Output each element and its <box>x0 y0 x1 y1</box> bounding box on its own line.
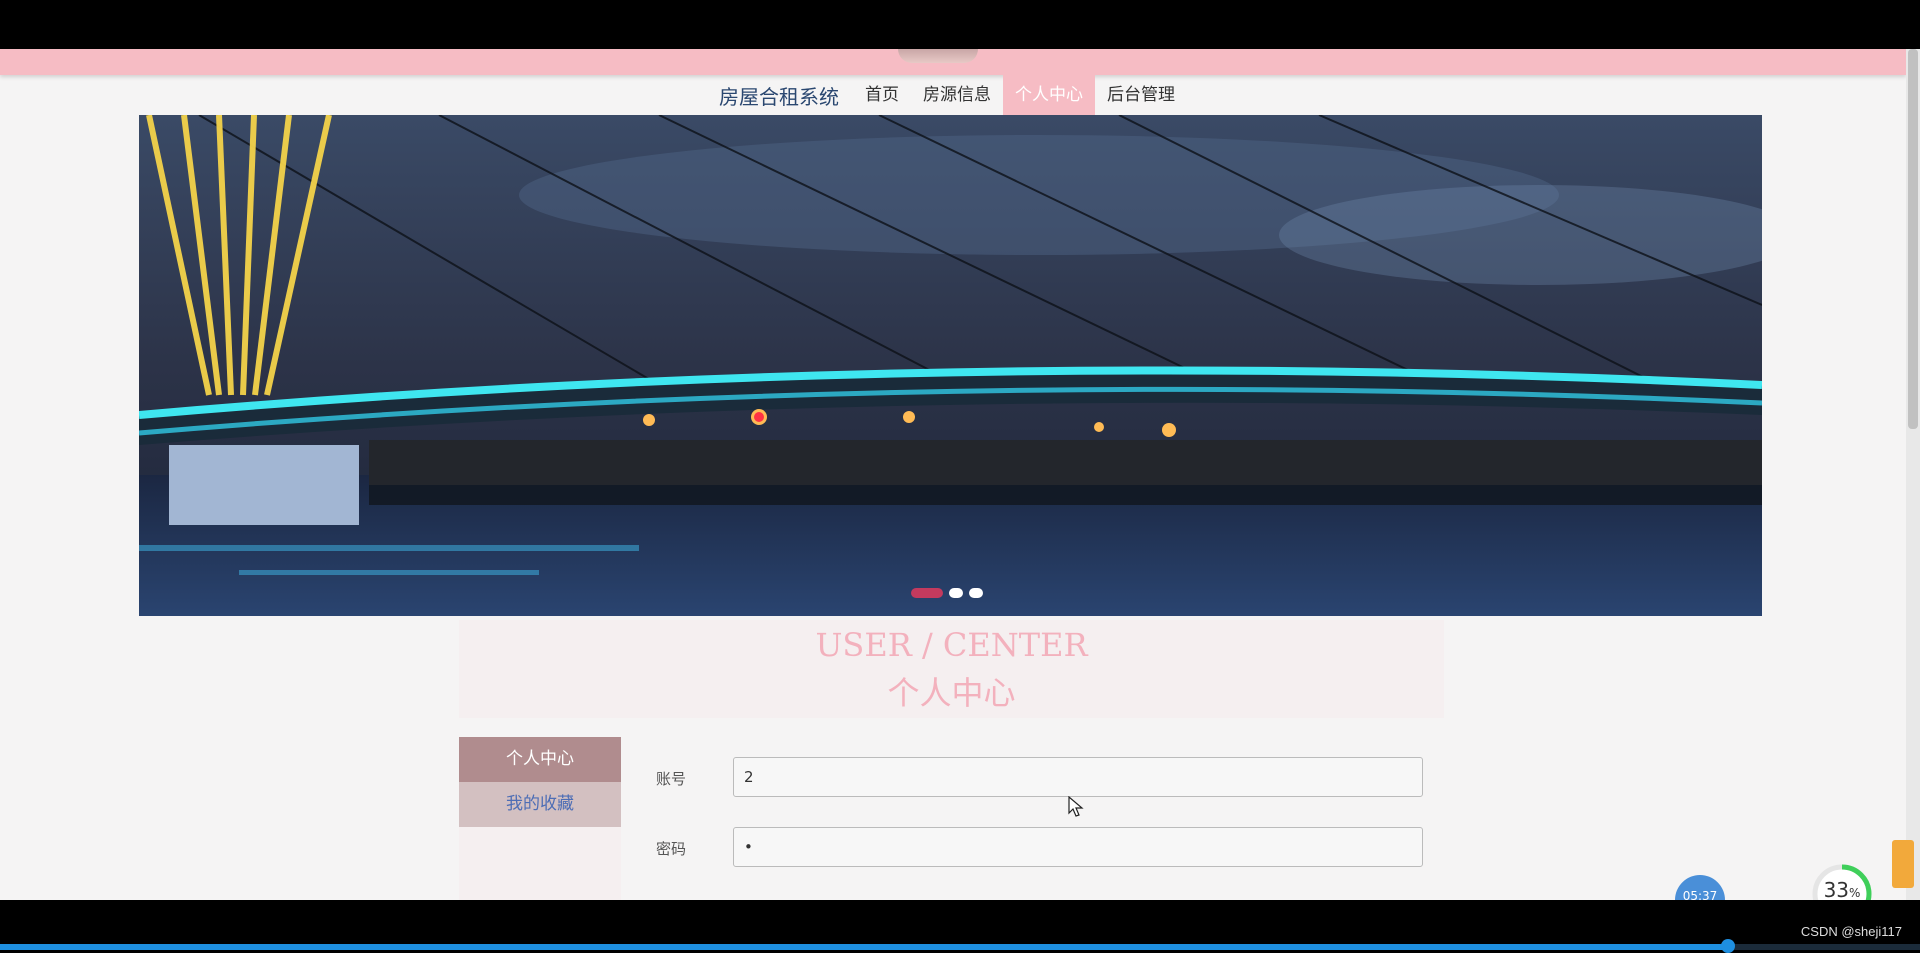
user-sidebar: 个人中心 我的收藏 <box>459 737 621 900</box>
vip-badge-icon[interactable] <box>1892 840 1914 888</box>
password-label: 密码 <box>656 840 687 858</box>
carousel-dot-1[interactable] <box>911 588 943 598</box>
avatar <box>898 49 978 63</box>
screen: 房屋合租系统 首页 房源信息 个人中心 后台管理 USER / CENTER 个… <box>0 0 1920 953</box>
banner-carousel[interactable] <box>139 115 1762 616</box>
account-input[interactable]: 2 <box>733 757 1423 797</box>
main-nav: 房屋合租系统 首页 房源信息 个人中心 后台管理 <box>0 75 1906 115</box>
section-title-cn: 个人中心 <box>887 674 1016 712</box>
mouse-cursor-icon <box>1068 796 1084 817</box>
nav-item-home[interactable]: 首页 <box>853 75 911 115</box>
sidebar-item-user-center[interactable]: 个人中心 <box>459 737 621 782</box>
video-progress-fill <box>0 944 1728 950</box>
nav-item-listings[interactable]: 房源信息 <box>911 75 1003 115</box>
section-title-en: USER / CENTER <box>815 626 1088 664</box>
carousel-dot-2[interactable] <box>949 588 963 598</box>
account-label: 账号 <box>656 770 687 788</box>
sidebar-item-favorites[interactable]: 我的收藏 <box>459 782 621 827</box>
percent-readout: 33% <box>1810 878 1874 902</box>
video-progress-handle[interactable] <box>1721 939 1735 953</box>
nav-item-user-center[interactable]: 个人中心 <box>1003 75 1095 115</box>
carousel-indicators <box>911 586 983 600</box>
video-letterbox-top <box>0 0 1920 49</box>
form-row-account: 账号 2 <box>656 757 1426 827</box>
site-brand[interactable]: 房屋合租系统 <box>719 81 839 110</box>
percent-value: 33 <box>1823 878 1850 902</box>
section-header: USER / CENTER 个人中心 <box>459 620 1444 718</box>
password-input[interactable]: • <box>733 827 1423 867</box>
profile-form: 账号 2 密码 • <box>656 757 1426 897</box>
browser-page: 房屋合租系统 首页 房源信息 个人中心 后台管理 USER / CENTER 个… <box>0 49 1906 900</box>
video-letterbox-bottom <box>0 900 1920 950</box>
nav-item-admin[interactable]: 后台管理 <box>1095 75 1187 115</box>
watermark: CSDN @sheji117 <box>1800 924 1902 939</box>
percent-unit: % <box>1849 886 1861 900</box>
banner-image <box>139 115 1762 616</box>
page-scrollbar-thumb[interactable] <box>1908 49 1918 429</box>
carousel-dot-3[interactable] <box>969 588 983 598</box>
form-row-password: 密码 • <box>656 827 1426 897</box>
